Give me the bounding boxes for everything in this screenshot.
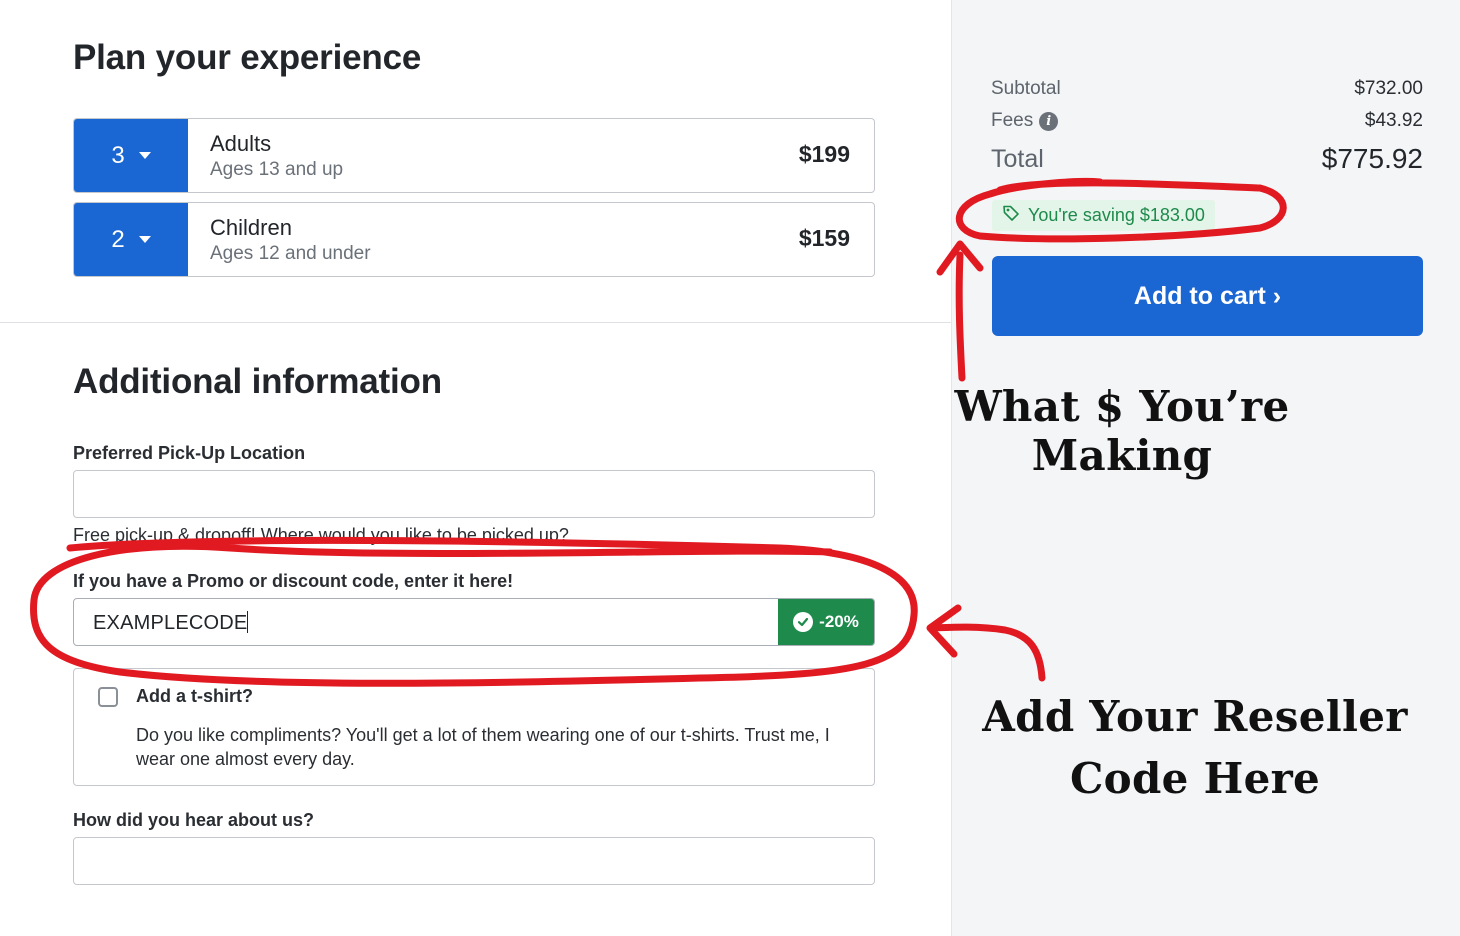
- promo-label: If you have a Promo or discount code, en…: [73, 571, 514, 591]
- fees-row: Fees i $43.92: [991, 110, 1423, 132]
- hear-about-label: How did you hear about us?: [73, 810, 315, 830]
- savings-badge: You're saving $183.00: [992, 200, 1215, 231]
- savings-text: You're saving $183.00: [1028, 205, 1205, 225]
- quantity-select-adults[interactable]: 3: [74, 119, 188, 192]
- subtotal-value: $732.00: [1354, 78, 1423, 99]
- additional-info-title: Additional information: [73, 362, 442, 401]
- ticket-name: Adults: [210, 131, 272, 156]
- chevron-down-icon: [138, 236, 151, 243]
- promo-discount-badge: -20%: [778, 599, 874, 645]
- annotation-reseller-line2: Code Here: [1069, 754, 1321, 803]
- tag-icon: [1002, 204, 1020, 227]
- fees-label-group: Fees i: [991, 110, 1059, 132]
- total-label: Total: [991, 144, 1044, 173]
- annotation-reseller-line1: Add Your Reseller: [982, 692, 1408, 741]
- total-row: Total $775.92: [991, 143, 1423, 175]
- text-cursor: [247, 611, 249, 633]
- quantity-value: 3: [111, 141, 125, 169]
- quantity-value: 2: [111, 225, 125, 253]
- total-value: $775.92: [1321, 143, 1423, 174]
- hear-about-input[interactable]: [73, 837, 875, 885]
- tshirt-addon-card[interactable]: Add a t-shirt? Do you like compliments? …: [73, 668, 875, 786]
- booking-form-panel: Plan your experience 3 Adults Ages 13 an…: [0, 0, 951, 936]
- tshirt-description: Do you like compliments? You'll get a lo…: [136, 725, 830, 769]
- ticket-age-range: Ages 12 and under: [210, 243, 371, 264]
- subtotal-label: Subtotal: [991, 78, 1061, 99]
- pickup-help-text: Free pick-up & dropoff! Where would you …: [73, 525, 569, 545]
- tshirt-title: Add a t-shirt?: [136, 686, 253, 706]
- promo-code-input[interactable]: EXAMPLECODE: [93, 611, 249, 635]
- ticket-row-children: 2 Children Ages 12 and under $159: [73, 202, 875, 277]
- quantity-select-children[interactable]: 2: [74, 203, 188, 276]
- chevron-down-icon: [138, 152, 151, 159]
- ticket-name: Children: [210, 215, 292, 240]
- pickup-label: Preferred Pick-Up Location: [73, 443, 306, 463]
- pickup-location-input[interactable]: [73, 470, 875, 518]
- ticket-row-adults: 3 Adults Ages 13 and up $199: [73, 118, 875, 193]
- ticket-price: $199: [798, 141, 850, 167]
- promo-code-value: EXAMPLECODE: [93, 612, 248, 634]
- ticket-age-range: Ages 13 and up: [210, 159, 344, 180]
- check-circle-icon: [793, 612, 814, 632]
- annotation-making: What $ You’re Making: [954, 382, 1290, 480]
- plan-title: Plan your experience: [73, 38, 422, 77]
- add-to-cart-button[interactable]: Add to cart ›: [992, 256, 1423, 336]
- tshirt-checkbox[interactable]: [98, 687, 118, 707]
- info-icon[interactable]: i: [1039, 111, 1059, 131]
- promo-code-field[interactable]: EXAMPLECODE -20%: [73, 598, 875, 646]
- subtotal-row: Subtotal $732.00: [991, 78, 1423, 100]
- section-divider: [0, 322, 951, 323]
- fees-value: $43.92: [1364, 110, 1423, 131]
- promo-discount-value: -20%: [819, 612, 859, 631]
- fees-label: Fees: [991, 110, 1034, 131]
- ticket-price: $159: [798, 225, 850, 251]
